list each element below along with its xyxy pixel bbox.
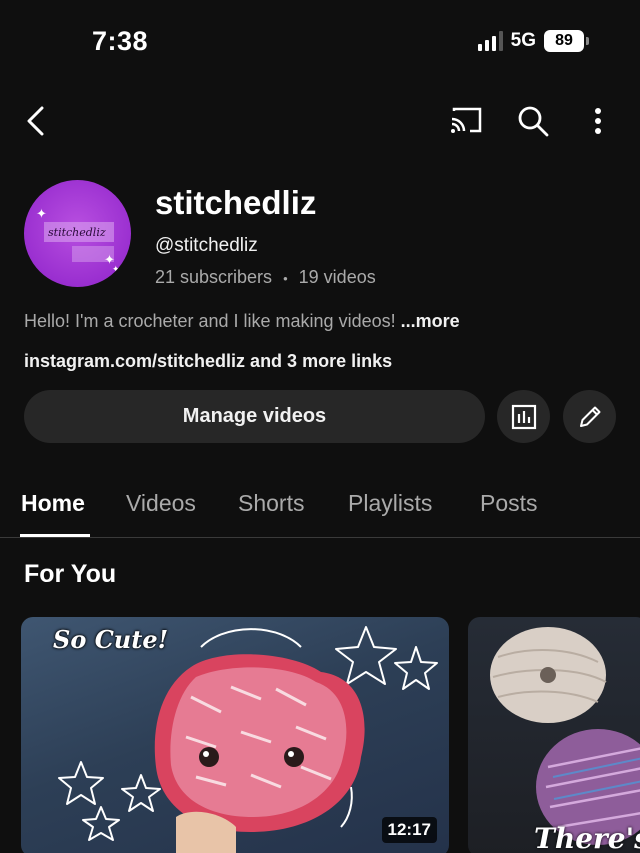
tab-posts[interactable]: Posts xyxy=(480,490,538,517)
description-text: Hello! I'm a crocheter and I like making… xyxy=(24,311,401,331)
channel-stats: 21 subscribers • 19 videos xyxy=(155,267,376,288)
stats-separator: • xyxy=(283,271,288,286)
thumbnail-art xyxy=(490,627,640,845)
search-icon[interactable] xyxy=(516,104,550,138)
channel-links[interactable]: instagram.com/stitchedliz and 3 more lin… xyxy=(24,351,392,372)
channel-description[interactable]: Hello! I'm a crocheter and I like making… xyxy=(24,311,460,332)
subscriber-count: 21 subscribers xyxy=(155,267,273,287)
network-type: 5G xyxy=(510,30,536,51)
bar-chart-icon xyxy=(511,404,536,429)
thumbnail-caption: So Cute! xyxy=(53,625,169,654)
active-tab-indicator xyxy=(20,534,90,537)
battery-level: 89 xyxy=(555,32,573,49)
analytics-button[interactable] xyxy=(497,390,550,443)
tab-home[interactable]: Home xyxy=(21,490,85,517)
signal-icon xyxy=(477,31,503,51)
tab-videos[interactable]: Videos xyxy=(126,490,196,517)
tab-shorts[interactable]: Shorts xyxy=(238,490,304,517)
avatar-logo-text: stitchedliz xyxy=(48,226,106,239)
more-link[interactable]: ...more xyxy=(401,311,460,331)
video-duration: 12:17 xyxy=(381,817,437,843)
sparkle-icon: ✦ xyxy=(36,206,47,221)
section-title: For You xyxy=(24,560,117,588)
status-indicators: 5G 89 xyxy=(477,30,589,52)
channel-avatar[interactable]: stitchedliz ✦ ✦ ✦ xyxy=(24,180,131,287)
edit-channel-button[interactable] xyxy=(563,390,616,443)
chevron-left-icon[interactable] xyxy=(22,104,52,138)
battery-icon: 89 xyxy=(544,30,589,52)
video-thumbnail[interactable]: So Cute! 12:17 xyxy=(21,617,449,853)
channel-handle: @stitchedliz xyxy=(155,235,258,256)
tab-playlists[interactable]: Playlists xyxy=(348,490,432,517)
status-time: 7:38 xyxy=(92,26,149,56)
channel-name: stitchedliz xyxy=(155,184,317,221)
channel-tabs: Home Videos Shorts Playlists Posts xyxy=(0,480,640,538)
sparkle-icon: ✦ xyxy=(112,264,120,274)
video-count: 19 videos xyxy=(298,267,376,287)
cast-icon[interactable] xyxy=(450,105,484,135)
more-vertical-icon[interactable] xyxy=(586,104,610,138)
video-thumbnail[interactable]: There's xyxy=(468,617,640,853)
pencil-icon xyxy=(579,406,600,427)
manage-videos-button[interactable]: Manage videos xyxy=(24,390,485,443)
thumbnail-caption: There's xyxy=(534,822,640,853)
